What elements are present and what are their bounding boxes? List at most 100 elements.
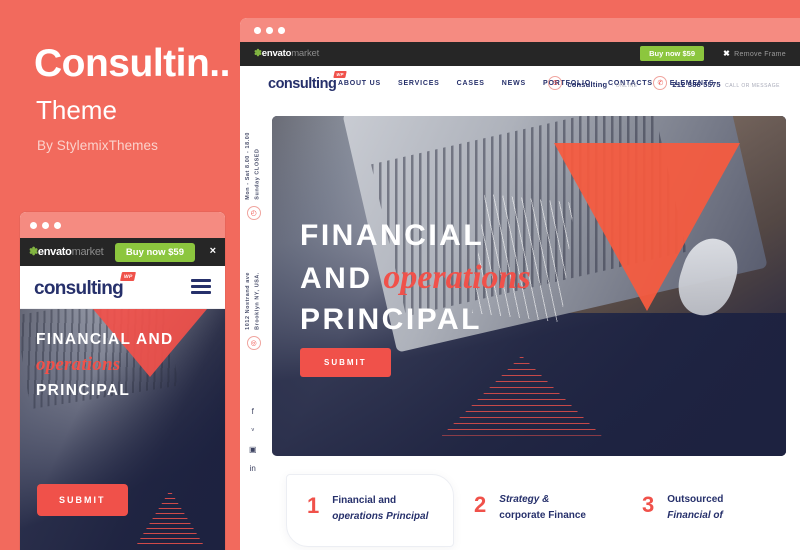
envato-leaf-icon: ✽ — [29, 246, 38, 258]
window-dot-green — [54, 222, 61, 229]
hero-line-1: FINANCIAL AND — [36, 331, 174, 348]
mobile-site-nav: consulting WP — [20, 266, 225, 309]
site-logo-text: consulting — [268, 76, 337, 92]
remove-frame-label: Remove Frame — [734, 51, 786, 58]
feature-text: Outsourced Financial of — [667, 492, 723, 523]
window-dot-yellow — [266, 27, 273, 34]
wp-badge: WP — [119, 272, 137, 281]
location-pin-icon: ◎ — [246, 335, 261, 350]
feature-line-1: Financial and — [332, 495, 397, 506]
hamburger-icon[interactable] — [191, 279, 211, 295]
close-icon: ✖ — [723, 49, 731, 58]
hero-line-1: FINANCIAL — [300, 219, 485, 252]
feature-number: 3 — [642, 492, 655, 517]
mobile-envato-bar: ✽envatomarket Buy now $59 × — [20, 238, 225, 266]
window-dot-red — [254, 27, 261, 34]
nav-item-news[interactable]: NEWS — [502, 80, 526, 87]
site-logo-text: consulting — [34, 278, 124, 299]
page-title: Consultin.. — [34, 42, 230, 85]
feature-number: 2 — [474, 492, 487, 517]
rail-hours: Mon - Sat 8.00 - 18.00 Sunday CLOSED ◴ — [244, 132, 263, 220]
feature-line-2: corporate Finance — [499, 509, 586, 521]
window-dot-yellow — [42, 222, 49, 229]
wp-badge: WP — [333, 71, 348, 78]
feature-text: Financial and operations Principal — [332, 493, 428, 524]
hero-heading: FINANCIAL AND operations PRINCIPAL — [300, 216, 531, 340]
phone-contact[interactable]: ✆ 212 386 5575 CALL OR MESSAGE — [653, 74, 780, 92]
instagram-icon[interactable]: ▣ — [249, 445, 257, 454]
hero-line-3: PRINCIPAL — [300, 303, 482, 337]
close-icon[interactable]: × — [210, 245, 216, 257]
side-info-rail: Mon - Sat 8.00 - 18.00 Sunday CLOSED ◴ 10… — [240, 102, 272, 550]
desktop-preview-window: ✽envatomarket Buy now $59 ✖ Remove Frame … — [240, 18, 800, 550]
hero-line-2: AND operations — [300, 256, 531, 301]
phone-icon: ✆ — [653, 76, 668, 90]
feature-card-3[interactable]: 3 Outsourced Financial of — [622, 474, 790, 547]
envato-market-logo: ✽envatomarket — [254, 48, 319, 59]
address-line-2: Brooklyn NY, USA. — [254, 272, 261, 330]
submit-button[interactable]: SUBMIT — [37, 484, 128, 516]
feature-card-2[interactable]: 2 Strategy & corporate Finance — [454, 474, 622, 547]
buy-now-button[interactable]: Buy now $59 — [114, 243, 195, 262]
hours-text: Mon - Sat 8.00 - 18.00 Sunday CLOSED — [244, 132, 263, 200]
hero-line-2-italic: operations — [383, 258, 531, 296]
window-dot-green — [278, 27, 285, 34]
hero-line-3: PRINCIPAL — [36, 381, 131, 399]
promo-panel: Consultin.. Theme By StylemixThemes ✽env… — [0, 0, 240, 550]
hero-line-2-prefix: AND — [300, 261, 384, 295]
mobile-browser-chrome — [20, 212, 225, 238]
nav-item-cases[interactable]: CASES — [457, 80, 485, 87]
feature-line-2: Financial of — [667, 509, 723, 521]
submit-button[interactable]: SUBMIT — [300, 348, 391, 377]
phone-caption: CALL OR MESSAGE — [725, 83, 780, 89]
site-body: Mon - Sat 8.00 - 18.00 Sunday CLOSED ◴ 10… — [240, 102, 800, 550]
remove-frame-button[interactable]: ✖ Remove Frame — [723, 49, 786, 58]
envato-leaf-icon: ✽ — [254, 48, 262, 59]
clock-icon: ◴ — [246, 205, 261, 220]
promo-subtitle: Theme — [36, 95, 117, 125]
address-text: 1012 Nostrand ave Brooklyn NY, USA. — [244, 272, 263, 330]
feature-line-1: Strategy & — [499, 494, 550, 505]
window-dot-red — [30, 222, 37, 229]
skype-status: · ONLINE — [611, 83, 638, 89]
mobile-preview-card: ✽envatomarket Buy now $59 × consulting W… — [20, 212, 225, 550]
phone-number: 212 386 5575 — [672, 80, 721, 89]
feature-line-2: operations Principal — [332, 510, 429, 522]
twitter-icon[interactable]: ᵛ — [251, 426, 254, 435]
site-logo[interactable]: consulting WP — [34, 272, 137, 300]
envato-market-bar: ✽envatomarket Buy now $59 ✖ Remove Frame — [240, 42, 800, 66]
mobile-hero: FINANCIAL AND operations PRINCIPAL SUBMI… — [20, 309, 225, 550]
hero-banner: FINANCIAL AND operations PRINCIPAL SUBMI… — [272, 116, 786, 456]
hours-line-2: Sunday CLOSED — [254, 148, 261, 200]
browser-chrome — [240, 18, 800, 42]
coral-triangle-graphic — [553, 143, 740, 312]
nav-contacts: S consulting · ONLINE ✆ 212 386 5575 CAL… — [548, 74, 780, 92]
buy-now-button[interactable]: Buy now $59 — [640, 46, 704, 61]
site-nav: consulting WP ABOUT US SERVICES CASES NE… — [240, 66, 800, 102]
feature-line-1: Outsourced — [667, 494, 724, 505]
envato-logo-part2: market — [291, 48, 320, 59]
nav-item-services[interactable]: SERVICES — [398, 80, 440, 87]
envato-market-logo: ✽envatomarket — [29, 245, 104, 258]
envato-logo-part2: market — [71, 246, 104, 258]
facebook-icon[interactable]: f — [252, 407, 254, 416]
feature-card-1[interactable]: 1 Financial and operations Principal — [286, 474, 455, 547]
feature-text: Strategy & corporate Finance — [499, 492, 586, 523]
envato-logo-part1: envato — [37, 246, 72, 258]
hours-line-1: Mon - Sat 8.00 - 18.00 — [245, 132, 251, 200]
skype-handle: consulting — [567, 80, 608, 89]
rail-address: 1012 Nostrand ave Brooklyn NY, USA. ◎ — [244, 272, 263, 350]
envato-logo-part1: envato — [261, 48, 292, 59]
promo-author: By StylemixThemes — [37, 138, 158, 153]
hero-line-2-italic: operations — [36, 354, 121, 376]
address-line-1: 1012 Nostrand ave — [245, 272, 251, 330]
skype-icon: S — [548, 76, 563, 90]
site-logo[interactable]: consulting WP — [268, 71, 348, 92]
feature-list: 1 Financial and operations Principal 2 S… — [286, 474, 790, 547]
nav-item-about-us[interactable]: ABOUT US — [338, 80, 381, 87]
linkedin-icon[interactable]: in — [250, 464, 256, 473]
mobile-hero-heading: FINANCIAL AND operations PRINCIPAL — [36, 327, 211, 403]
rail-social-links: f ᵛ ▣ in — [249, 407, 257, 473]
feature-number: 1 — [307, 493, 320, 518]
skype-contact[interactable]: S consulting · ONLINE — [548, 74, 637, 92]
